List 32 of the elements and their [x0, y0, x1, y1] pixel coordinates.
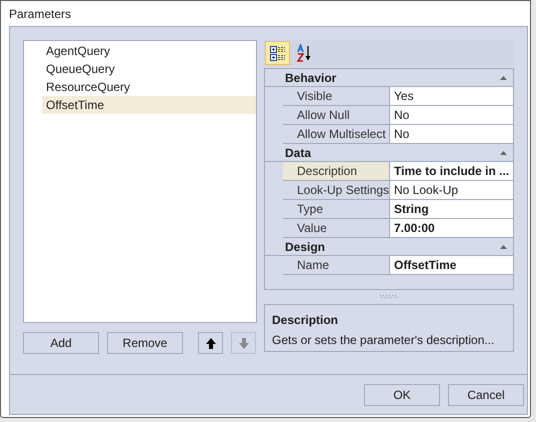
remove-button[interactable]: Remove: [107, 332, 183, 354]
category-name: Design: [285, 240, 326, 254]
property-value[interactable]: No Look-Up: [390, 181, 513, 199]
property-value[interactable]: No: [390, 125, 513, 143]
category-name: Behavior: [285, 70, 336, 84]
description-text: Gets or sets the parameter's description...: [272, 333, 496, 347]
categorized-list-icon: [268, 45, 286, 61]
window-title: Parameters: [9, 6, 72, 20]
property-value[interactable]: OffsetTime: [390, 256, 513, 274]
collapse-icon[interactable]: [500, 150, 507, 154]
property-value[interactable]: String: [390, 200, 513, 218]
parameter-item[interactable]: AgentQuery: [42, 42, 256, 60]
description-title: Description: [272, 313, 340, 327]
arrow-up-icon: [206, 338, 216, 348]
property-value[interactable]: No: [390, 106, 513, 124]
property-value[interactable]: Time to include in ...: [390, 162, 513, 180]
property-value[interactable]: Yes: [390, 87, 513, 105]
parameter-item[interactable]: QueueQuery: [42, 60, 256, 78]
arrow-down-icon: [238, 338, 248, 348]
categorized-button[interactable]: [265, 41, 290, 65]
property-name[interactable]: Description: [283, 162, 390, 180]
category-name: Data: [285, 146, 312, 160]
property-value[interactable]: 7.00:00: [390, 219, 513, 237]
cancel-button[interactable]: Cancel: [448, 384, 524, 406]
collapse-icon[interactable]: [500, 76, 507, 80]
parameter-item[interactable]: OffsetTime: [42, 96, 256, 114]
sort-alphabetical-icon: [296, 44, 312, 62]
move-up-button[interactable]: [198, 332, 223, 354]
parameter-item[interactable]: ResourceQuery: [42, 78, 256, 96]
add-button[interactable]: Add: [23, 332, 99, 354]
collapse-icon[interactable]: [500, 244, 507, 248]
ok-button[interactable]: OK: [364, 384, 440, 406]
